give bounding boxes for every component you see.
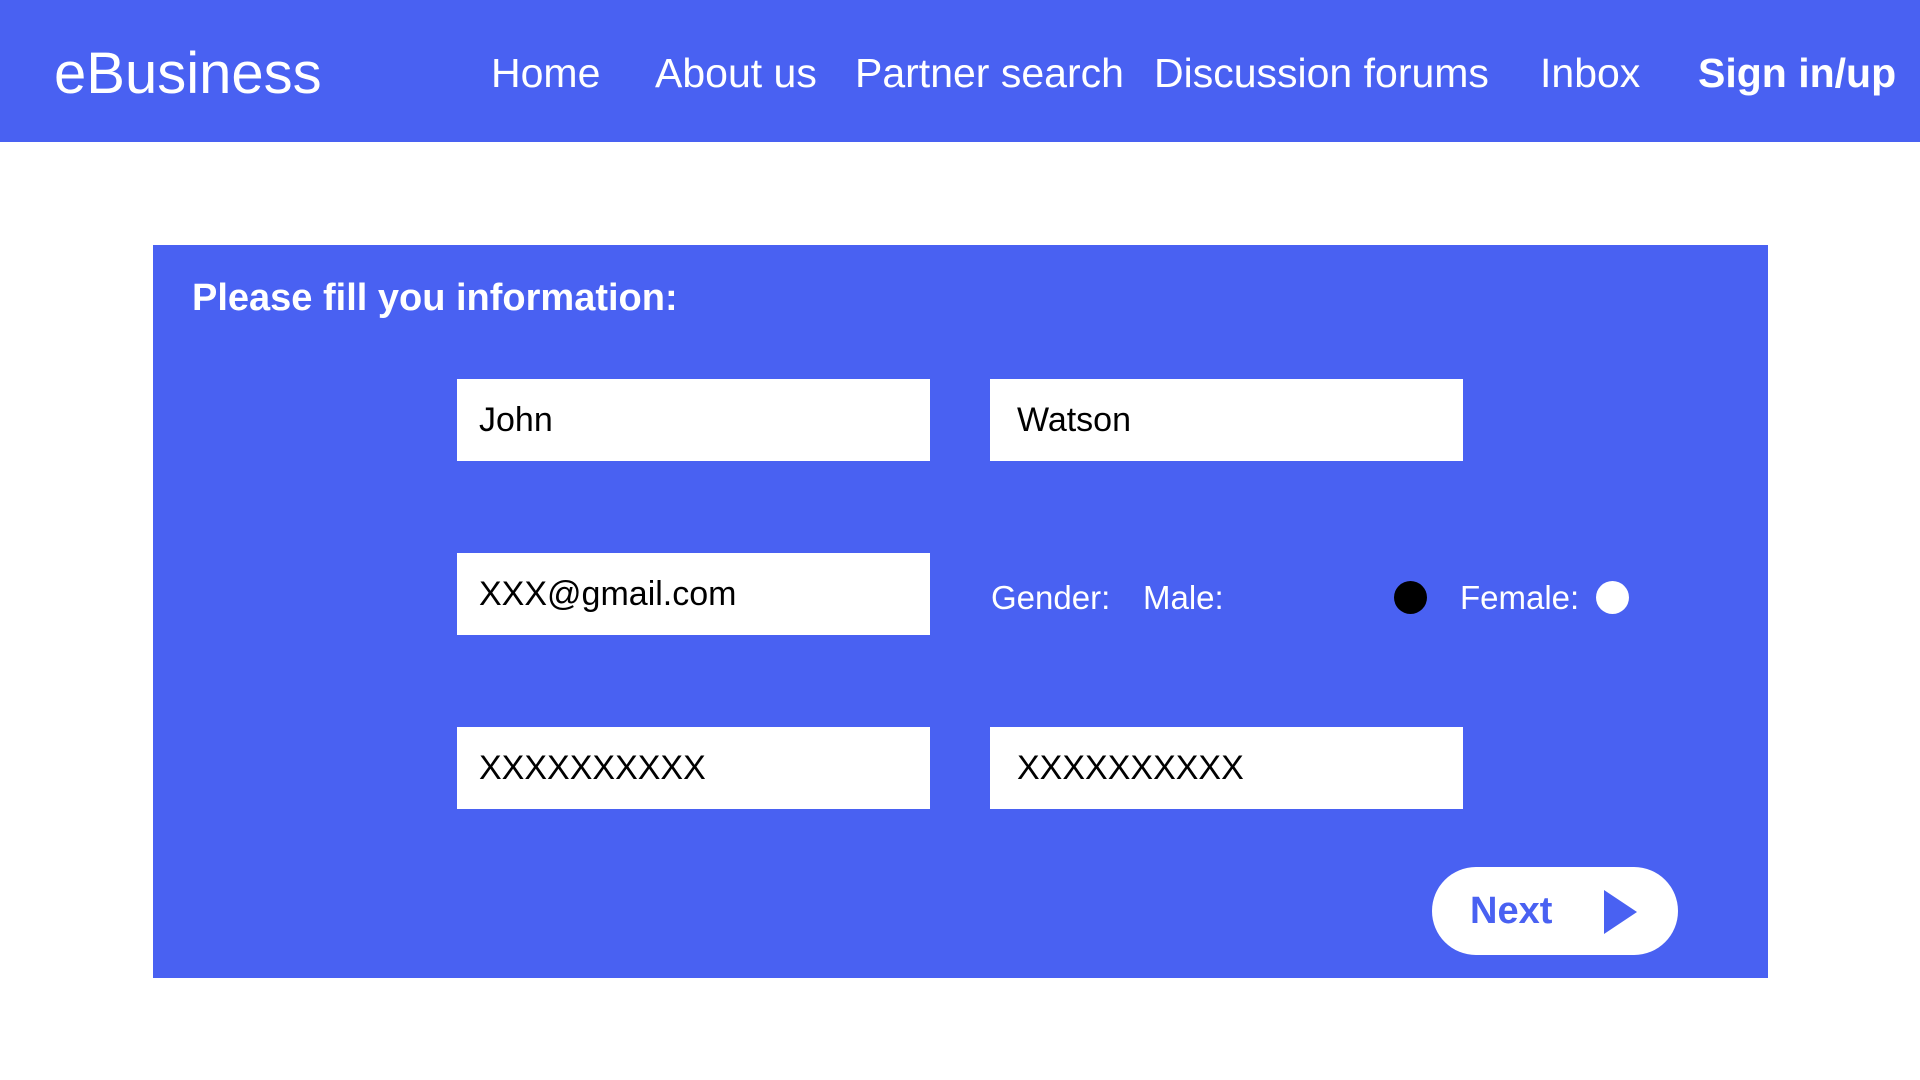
last-name-field[interactable]: [990, 379, 1463, 461]
nav-home[interactable]: Home: [491, 48, 600, 98]
first-name-field[interactable]: [457, 379, 930, 461]
nav-about-us[interactable]: About us: [655, 48, 817, 98]
email-field[interactable]: [457, 553, 930, 635]
male-label: Male:: [1143, 579, 1224, 616]
text-field-5[interactable]: [457, 727, 930, 809]
male-radio[interactable]: [1394, 581, 1427, 614]
top-navbar: eBusiness Home About us Partner search D…: [0, 0, 1920, 142]
nav-inbox[interactable]: Inbox: [1540, 48, 1640, 98]
female-radio[interactable]: [1596, 581, 1629, 614]
registration-form-panel: Please fill you information: Gender: Mal…: [153, 245, 1768, 978]
nav-partner-search[interactable]: Partner search: [855, 48, 1124, 98]
play-arrow-icon: [1604, 890, 1637, 934]
gender-label: Gender:: [991, 579, 1111, 616]
brand-logo[interactable]: eBusiness: [54, 40, 322, 108]
text-field-6[interactable]: [990, 727, 1463, 809]
female-label: Female:: [1460, 579, 1580, 616]
nav-discussion-forums[interactable]: Discussion forums: [1154, 48, 1489, 98]
nav-sign-in-up[interactable]: Sign in/up: [1698, 48, 1896, 98]
next-button[interactable]: Next: [1432, 867, 1678, 955]
form-title: Please fill you information:: [192, 277, 678, 319]
next-button-label: Next: [1470, 890, 1553, 932]
